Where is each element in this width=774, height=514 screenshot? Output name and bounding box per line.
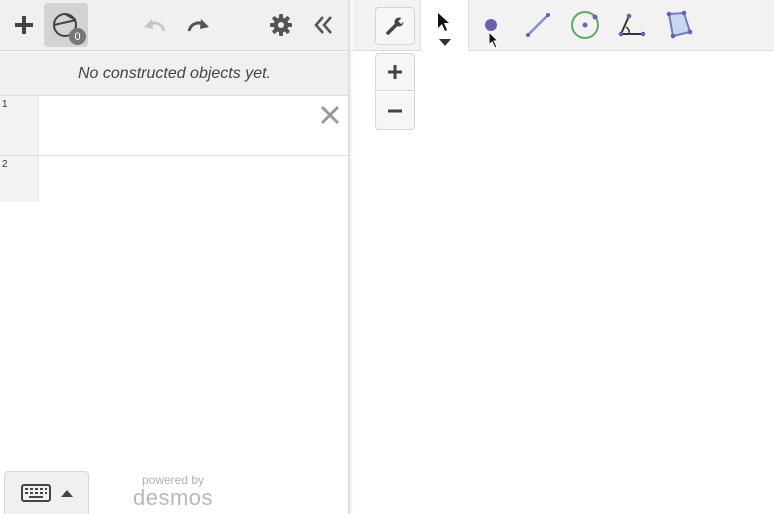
desmos-logo: desmos [132, 485, 214, 510]
circle-tool-icon [571, 11, 599, 39]
powered-by-desmos[interactable]: powered by desmos [128, 474, 218, 510]
segment-tool-icon [526, 13, 550, 37]
redo-button[interactable] [178, 3, 218, 47]
undo-icon [144, 19, 166, 32]
double-chevron-left-icon [314, 16, 332, 34]
polygon-tool-icon [666, 10, 693, 39]
desmos-geometry-app: 0 No constructed objects yet. 1 2 powere… [0, 0, 774, 514]
minus-icon [388, 109, 402, 112]
angle-tool-icon [618, 13, 646, 37]
wrench-icon [386, 17, 405, 35]
caret-up-icon [60, 490, 73, 497]
zoom-out-button[interactable] [375, 92, 415, 130]
plus-icon [388, 65, 402, 79]
graph-canvas[interactable] [353, 52, 774, 514]
no-objects-message: No constructed objects yet. [78, 64, 271, 82]
expression-index: 1 [2, 99, 8, 110]
constructed-objects-button[interactable]: 0 [44, 3, 88, 47]
close-icon [320, 105, 340, 125]
object-count-badge: 0 [69, 28, 86, 45]
arrow-pointer-icon [438, 13, 449, 31]
polygon-tool-button[interactable] [657, 3, 701, 47]
expression-row[interactable]: 2 [0, 156, 349, 202]
expression-panel: 0 No constructed objects yet. 1 2 powere… [0, 0, 349, 514]
expression-gutter: 1 [0, 96, 39, 155]
angle-tool-button[interactable] [610, 3, 654, 47]
keyboard-icon [20, 484, 51, 502]
collapse-panel-button[interactable] [303, 3, 343, 47]
graph-settings-button[interactable] [375, 7, 415, 45]
delete-expression-button[interactable] [319, 104, 341, 126]
settings-button[interactable] [261, 3, 301, 47]
circle-tool-button[interactable] [563, 3, 607, 47]
add-item-button[interactable] [4, 3, 44, 47]
mouse-cursor-icon [488, 31, 500, 49]
dropdown-caret-icon [439, 39, 451, 46]
constructed-objects-bar: No constructed objects yet. [0, 52, 349, 96]
undo-button[interactable] [135, 3, 175, 47]
expression-index: 2 [2, 159, 8, 170]
segment-tool-button[interactable] [516, 3, 560, 47]
keyboard-toggle-button[interactable] [4, 471, 89, 514]
expression-gutter: 2 [0, 156, 39, 202]
expression-toolbar: 0 [0, 0, 349, 51]
plus-icon [15, 16, 33, 34]
select-tool-button[interactable] [420, 0, 469, 51]
zoom-in-button[interactable] [375, 53, 415, 91]
geometry-toolbar [353, 0, 774, 51]
gear-icon [270, 14, 292, 36]
redo-icon [187, 19, 209, 32]
expression-row[interactable]: 1 [0, 96, 349, 156]
